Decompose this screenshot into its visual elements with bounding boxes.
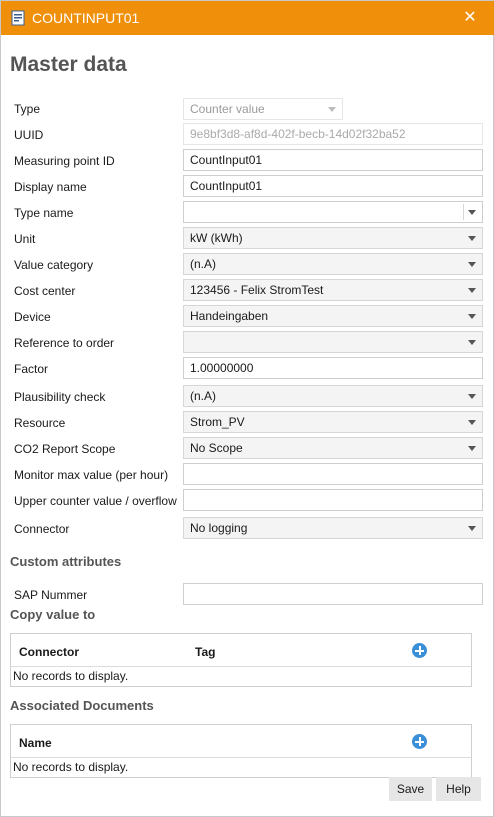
sap-nummer-label: SAP Nummer	[14, 588, 88, 602]
grid-header: Name	[11, 725, 471, 758]
empty-message: No records to display.	[13, 669, 129, 683]
window-title: COUNTINPUT01	[32, 10, 140, 26]
help-button[interactable]: Help	[436, 777, 481, 801]
connector-label: Connector	[14, 522, 70, 536]
type-select: Counter value	[183, 98, 343, 120]
plausibility-check-select[interactable]: (n.A)	[183, 385, 483, 407]
uuid-label: UUID	[14, 128, 44, 142]
plausibility-check-label: Plausibility check	[14, 390, 106, 404]
value-category-select[interactable]: (n.A)	[183, 253, 483, 275]
upper-counter-value-label: Upper counter value / overflow	[14, 494, 177, 508]
add-icon[interactable]	[412, 643, 427, 658]
measuring-point-id-input[interactable]: CountInput01	[183, 149, 483, 171]
cost-center-select[interactable]: 123456 - Felix StromTest	[183, 279, 483, 301]
device-label: Device	[14, 310, 51, 324]
cost-center-label: Cost center	[14, 284, 76, 298]
chevron-down-icon	[468, 288, 476, 293]
device-select[interactable]: Handeingaben	[183, 305, 483, 327]
empty-message: No records to display.	[13, 760, 129, 774]
resource-select[interactable]: Strom_PV	[183, 411, 483, 433]
associated-documents-grid: Name No records to display.	[10, 724, 472, 778]
type-label: Type	[14, 102, 41, 116]
master-data-heading: Master data	[10, 53, 127, 76]
chevron-down-icon[interactable]	[468, 210, 476, 215]
unit-label: Unit	[14, 232, 36, 246]
chevron-down-icon	[328, 107, 336, 112]
copy-value-to-heading: Copy value to	[10, 607, 96, 622]
title-bar: COUNTINPUT01 ✕	[1, 1, 494, 35]
countinput-dialog: COUNTINPUT01 ✕ Master data Type Counter …	[0, 0, 494, 817]
monitor-max-value-input[interactable]	[183, 463, 483, 485]
chevron-down-icon	[468, 446, 476, 451]
document-icon	[11, 10, 25, 26]
connector-select[interactable]: No logging	[183, 517, 483, 539]
chevron-down-icon	[468, 526, 476, 531]
chevron-down-icon	[468, 340, 476, 345]
chevron-down-icon	[468, 262, 476, 267]
chevron-down-icon	[468, 314, 476, 319]
value-category-label: Value category	[14, 258, 94, 272]
custom-attributes-heading: Custom attributes	[10, 554, 122, 569]
uuid-field: 9e8bf3d8-af8d-402f-becb-14d02f32ba52	[183, 123, 483, 145]
monitor-max-value-label: Monitor max value (per hour)	[14, 468, 169, 482]
column-header-name[interactable]: Name	[19, 736, 52, 750]
display-name-input[interactable]: CountInput01	[183, 175, 483, 197]
sap-nummer-input[interactable]	[183, 583, 483, 605]
chevron-down-icon	[468, 236, 476, 241]
type-name-combobox[interactable]	[183, 201, 483, 223]
column-header-tag[interactable]: Tag	[195, 645, 215, 659]
resource-label: Resource	[14, 416, 66, 430]
factor-label: Factor	[14, 362, 49, 376]
unit-select[interactable]: kW (kWh)	[183, 227, 483, 249]
factor-input[interactable]: 1.00000000	[183, 357, 483, 379]
reference-to-order-select[interactable]	[183, 331, 483, 353]
co2-report-scope-label: CO2 Report Scope	[14, 442, 116, 456]
copy-value-to-grid: Connector Tag No records to display.	[10, 633, 472, 687]
save-button[interactable]: Save	[389, 777, 432, 801]
close-icon[interactable]: ✕	[461, 8, 479, 28]
add-icon[interactable]	[412, 734, 427, 749]
upper-counter-value-input[interactable]	[183, 489, 483, 511]
co2-report-scope-select[interactable]: No Scope	[183, 437, 483, 459]
grid-header: Connector Tag	[11, 634, 471, 667]
display-name-label: Display name	[14, 180, 87, 194]
associated-documents-heading: Associated Documents	[10, 698, 154, 713]
column-header-connector[interactable]: Connector	[19, 645, 79, 659]
chevron-down-icon	[468, 420, 476, 425]
type-name-label: Type name	[14, 206, 74, 220]
measuring-point-id-label: Measuring point ID	[14, 154, 115, 168]
chevron-down-icon	[468, 394, 476, 399]
reference-to-order-label: Reference to order	[14, 336, 115, 350]
